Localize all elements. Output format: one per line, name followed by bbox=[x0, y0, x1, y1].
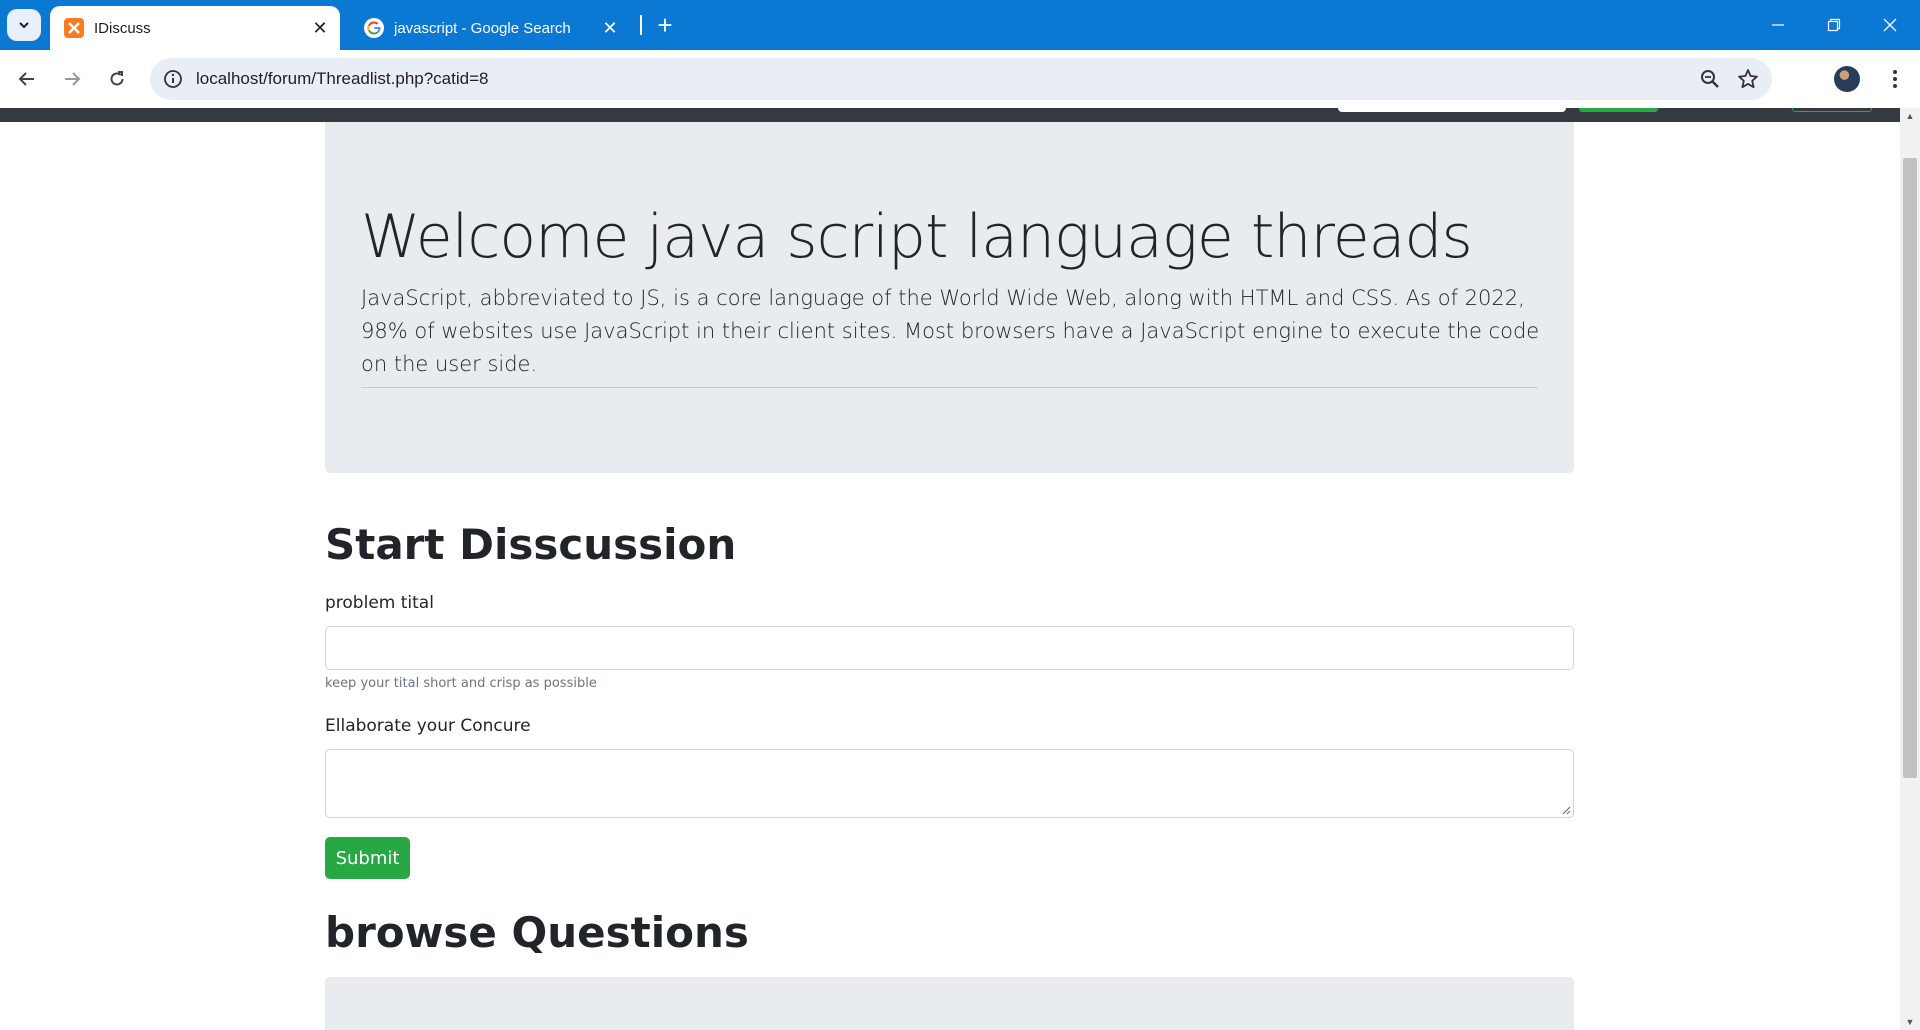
page-scrollbar[interactable]: ▲ ▼ bbox=[1900, 108, 1920, 1030]
scroll-up-icon[interactable]: ▲ bbox=[1900, 108, 1920, 124]
minimize-button[interactable] bbox=[1750, 0, 1806, 50]
google-icon bbox=[364, 18, 384, 38]
minimize-icon bbox=[1772, 24, 1784, 26]
close-tab-icon[interactable]: ✕ bbox=[306, 14, 334, 42]
browser-toolbar: localhost/forum/Threadlist.php?catid=8 bbox=[0, 50, 1920, 108]
bookmark-star-icon[interactable] bbox=[1736, 67, 1760, 91]
tab-title: IDiscuss bbox=[94, 19, 151, 37]
reload-icon bbox=[110, 71, 124, 86]
scroll-down-icon[interactable]: ▼ bbox=[1900, 1014, 1920, 1030]
divider bbox=[361, 387, 1538, 388]
tab-google-search[interactable]: javascript - Google Search ✕ bbox=[350, 6, 630, 50]
back-button[interactable] bbox=[10, 62, 44, 96]
page-viewport: Welcome java script language threads Jav… bbox=[0, 108, 1900, 1030]
concern-textarea[interactable] bbox=[325, 749, 1574, 818]
site-info-icon[interactable] bbox=[162, 68, 184, 90]
arrow-left-icon bbox=[18, 72, 34, 86]
problem-title-help: keep your tital short and crisp as possi… bbox=[325, 676, 597, 691]
restore-button[interactable] bbox=[1806, 0, 1862, 50]
category-title: Welcome java script language threads bbox=[361, 202, 1473, 272]
tab-separator bbox=[640, 15, 642, 35]
problem-title-input[interactable] bbox=[325, 626, 1574, 670]
browser-menu-button[interactable] bbox=[1880, 63, 1910, 95]
problem-title-label: problem tital bbox=[325, 593, 434, 613]
tab-idiscuss[interactable]: IDiscuss ✕ bbox=[50, 6, 340, 50]
forward-button[interactable] bbox=[55, 62, 89, 96]
url-text: localhost/forum/Threadlist.php?catid=8 bbox=[196, 69, 489, 88]
close-icon bbox=[1883, 18, 1897, 32]
submit-button[interactable]: Submit bbox=[325, 837, 410, 879]
start-discussion-heading: Start Disscussion bbox=[325, 520, 737, 569]
navbar-signup-button[interactable] bbox=[1792, 108, 1872, 112]
site-navbar bbox=[0, 108, 1900, 122]
zoom-icon[interactable] bbox=[1698, 67, 1722, 91]
tab-title: javascript - Google Search bbox=[394, 19, 571, 37]
category-jumbotron: Welcome java script language threads Jav… bbox=[325, 122, 1574, 473]
navbar-search-button[interactable] bbox=[1579, 108, 1658, 112]
close-window-button[interactable] bbox=[1862, 0, 1918, 50]
profile-avatar[interactable] bbox=[1834, 66, 1860, 92]
chevron-down-icon bbox=[19, 22, 29, 29]
tab-search-button[interactable] bbox=[7, 9, 41, 41]
restore-icon bbox=[1827, 18, 1841, 32]
concern-label: Ellaborate your Concure bbox=[325, 716, 531, 736]
category-description: JavaScript, abbreviated to JS, is a core… bbox=[361, 286, 1540, 376]
more-vertical-icon bbox=[1893, 70, 1897, 88]
questions-panel bbox=[325, 977, 1574, 1030]
reload-button[interactable] bbox=[100, 62, 134, 96]
scroll-thumb[interactable] bbox=[1903, 158, 1917, 778]
navbar-search-input[interactable] bbox=[1338, 108, 1566, 112]
new-tab-button[interactable]: + bbox=[650, 10, 680, 40]
resize-grip-icon[interactable] bbox=[1561, 805, 1571, 815]
arrow-right-icon bbox=[65, 72, 81, 86]
browse-questions-heading: browse Questions bbox=[325, 908, 749, 957]
address-bar[interactable]: localhost/forum/Threadlist.php?catid=8 bbox=[150, 58, 1772, 100]
tab-strip: IDiscuss ✕ javascript - Google Search ✕ … bbox=[0, 0, 1920, 50]
close-tab-icon[interactable]: ✕ bbox=[596, 14, 624, 42]
xampp-icon bbox=[64, 18, 84, 38]
